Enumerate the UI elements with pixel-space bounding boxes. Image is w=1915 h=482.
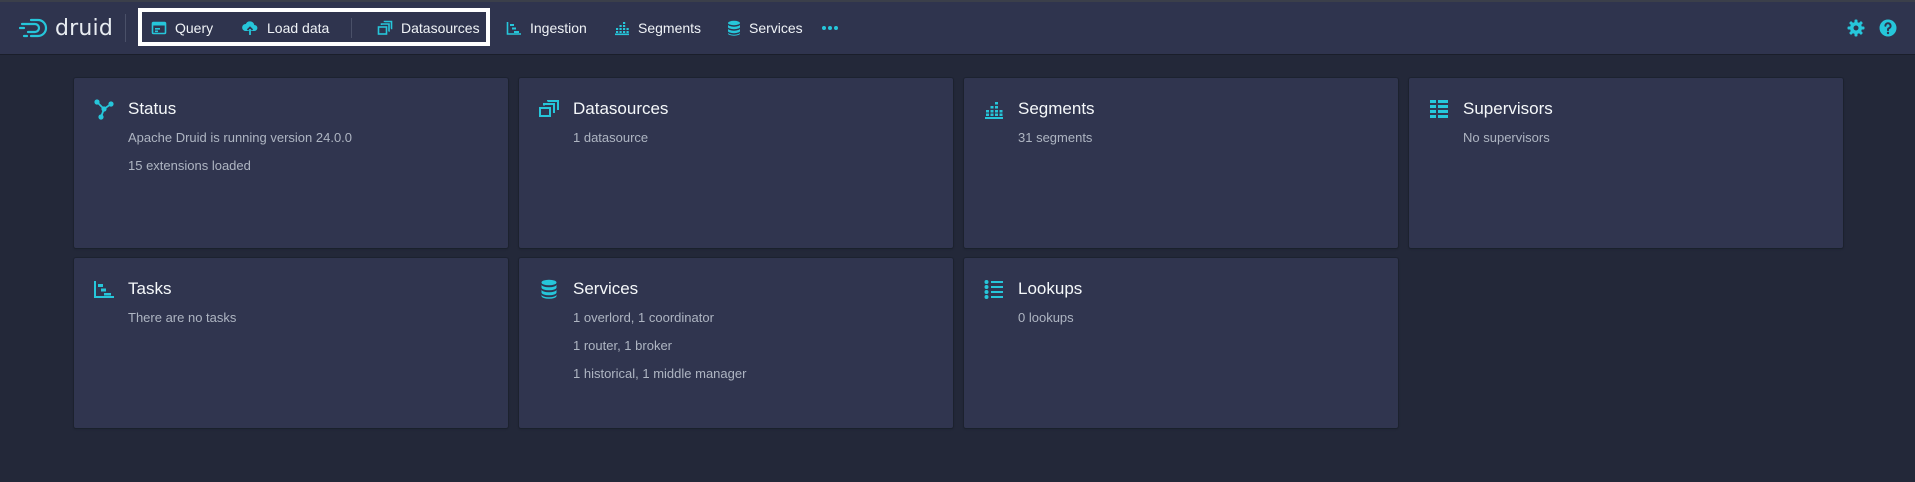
tasks-card[interactable]: Tasks There are no tasks xyxy=(74,258,508,428)
card-title: Lookups xyxy=(1018,279,1083,298)
nav-load-data[interactable]: Load data xyxy=(241,15,329,41)
card-title: Services xyxy=(573,279,639,298)
status-card[interactable]: Status Apache Druid is running version 2… xyxy=(74,78,508,248)
segments-icon xyxy=(985,102,1003,119)
card-title: Segments xyxy=(1018,99,1095,118)
datasources-icon xyxy=(539,100,559,117)
datasources-card[interactable]: Datasources 1 datasource xyxy=(519,78,953,248)
datasources-icon xyxy=(377,20,393,35)
card-detail: 0 lookups xyxy=(1018,310,1074,325)
card-detail: Apache Druid is running version 24.0.0 xyxy=(128,130,353,145)
nav-load-data-label: Load data xyxy=(267,20,330,36)
card-detail: 1 overlord, 1 coordinator xyxy=(573,310,714,325)
nav-datasources-label: Datasources xyxy=(401,20,480,36)
nav-services-label: Services xyxy=(749,20,803,36)
database-icon xyxy=(541,279,557,299)
card-detail: 1 datasource xyxy=(573,130,649,145)
card-detail: 31 segments xyxy=(1018,130,1093,145)
card-detail: No supervisors xyxy=(1463,130,1550,145)
nav-ingestion[interactable]: Ingestion xyxy=(506,15,587,41)
card-detail: 15 extensions loaded xyxy=(128,158,251,173)
card-detail: 1 router, 1 broker xyxy=(573,338,672,353)
nav-segments[interactable]: Segments xyxy=(614,15,701,41)
nav-query[interactable]: Query xyxy=(151,15,213,41)
nav-segments-label: Segments xyxy=(638,20,702,36)
nav-divider xyxy=(351,18,352,38)
top-navbar: druid Query Load data Datasources Ingest… xyxy=(0,2,1915,54)
settings-button[interactable] xyxy=(1847,19,1865,37)
nav-services[interactable]: Services xyxy=(727,15,803,41)
segments-card[interactable]: Segments 31 segments xyxy=(964,78,1398,248)
logo-text: druid xyxy=(55,15,114,41)
more-menu-button[interactable] xyxy=(820,18,840,38)
database-icon xyxy=(728,20,740,36)
cloud-upload-icon xyxy=(242,21,258,35)
card-detail: There are no tasks xyxy=(128,310,237,325)
card-detail: 1 historical, 1 middle manager xyxy=(573,366,747,381)
nav-datasources[interactable]: Datasources xyxy=(377,15,480,41)
nav-ingestion-label: Ingestion xyxy=(530,20,587,36)
card-title: Status xyxy=(128,99,177,118)
tasks-icon xyxy=(94,281,114,298)
ingestion-icon xyxy=(506,22,521,35)
services-card[interactable]: Services 1 overlord, 1 coordinator 1 rou… xyxy=(519,258,953,428)
list-icon xyxy=(984,280,1003,299)
druid-logo[interactable]: druid xyxy=(19,15,113,41)
segments-icon xyxy=(615,22,629,36)
query-icon xyxy=(151,21,167,35)
card-title: Supervisors xyxy=(1463,99,1553,118)
gear-icon xyxy=(1847,19,1865,37)
nav-divider xyxy=(125,14,126,42)
supervisors-card[interactable]: Supervisors No supervisors xyxy=(1409,78,1843,248)
druid-logo-icon xyxy=(19,18,48,38)
card-title: Datasources xyxy=(573,99,669,118)
lookups-card[interactable]: Lookups 0 lookups xyxy=(964,258,1398,428)
card-title: Tasks xyxy=(128,279,172,298)
supervisors-icon xyxy=(1430,100,1448,118)
graph-icon xyxy=(94,99,114,120)
more-icon xyxy=(822,26,838,30)
help-button[interactable] xyxy=(1879,19,1897,37)
nav-query-label: Query xyxy=(175,20,214,36)
help-icon xyxy=(1879,19,1897,37)
